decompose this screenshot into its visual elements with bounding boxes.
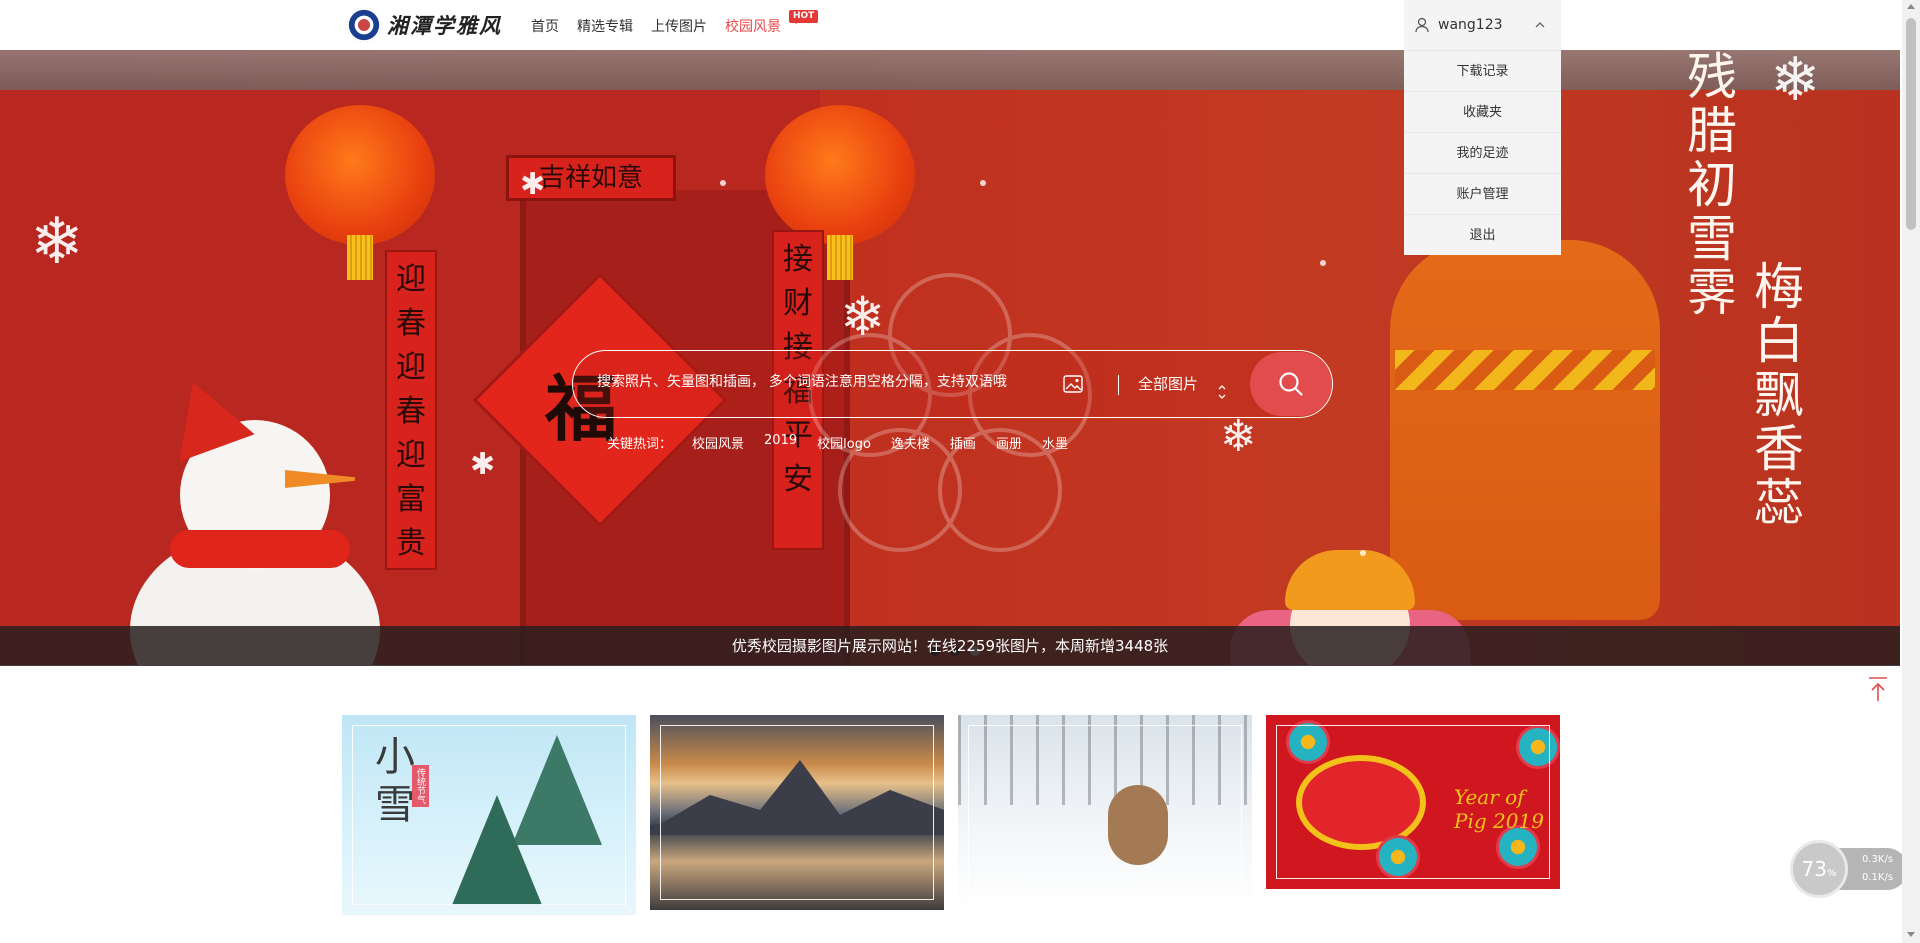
sweater-pattern <box>1395 350 1655 390</box>
image-search-icon[interactable] <box>1063 375 1083 393</box>
lantern-right-icon <box>765 105 915 280</box>
search-input[interactable] <box>597 373 1047 389</box>
thumbnail-frame <box>352 725 626 905</box>
scroll-up-icon[interactable] <box>1907 4 1915 9</box>
hot-keyword[interactable]: 插画 <box>950 433 976 452</box>
snowflake-icon: ❄ <box>1770 50 1821 115</box>
nav-campus-scenery[interactable]: 校园风景 HOT <box>725 10 819 36</box>
thumbnail-card[interactable] <box>958 715 1252 911</box>
hot-keyword[interactable]: 校园logo <box>817 433 871 452</box>
main-nav: 首页 精选专辑 上传图片 校园风景 HOT <box>531 10 819 36</box>
search-box: 全部图片 <box>572 350 1333 418</box>
couplet-left: 迎春迎春迎富贵 <box>385 250 437 570</box>
search-scope-select[interactable]: 全部图片 <box>1138 373 1198 394</box>
snow-dot <box>980 180 986 186</box>
poem-line-2: 梅白飘香蕊 <box>1746 260 1804 530</box>
thumbnail-frame <box>968 725 1242 901</box>
site-header: 湘潭学雅风 首页 精选专辑 上传图片 校园风景 HOT wang123 <box>0 0 1900 50</box>
hot-keyword[interactable]: 水墨 <box>1042 433 1068 452</box>
menu-favorites[interactable]: 收藏夹 <box>1404 91 1561 132</box>
snowflake-icon: ✱ <box>520 167 546 202</box>
user-dropdown: 下载记录 收藏夹 我的足迹 账户管理 退出 <box>1404 50 1561 255</box>
updown-arrow-icon[interactable] <box>1217 383 1227 401</box>
scroll-down-icon[interactable] <box>1907 932 1915 937</box>
hot-keyword[interactable]: 校园风景 <box>692 433 744 452</box>
search-icon <box>1279 372 1303 396</box>
hot-badge: HOT <box>789 10 819 24</box>
network-speed-widget[interactable]: 0.3K/s 0.1K/s 73% <box>1790 840 1910 898</box>
site-logo[interactable]: 湘潭学雅风 <box>347 7 502 43</box>
back-to-top-icon[interactable] <box>1868 676 1888 702</box>
logo-text: 湘潭学雅风 <box>387 13 502 38</box>
school-emblem-icon <box>347 8 381 42</box>
banner-roof <box>0 50 1900 90</box>
thumbnail-frame <box>1276 725 1550 879</box>
banner-caption: 优秀校园摄影图片展示网站！在线2259张图片，本周新增3448张 <box>0 626 1900 666</box>
scrollbar-thumb[interactable] <box>1906 18 1916 230</box>
search-divider <box>1118 375 1119 395</box>
snow-dot <box>720 180 726 186</box>
snow-dot <box>1320 260 1326 266</box>
memory-usage-gauge: 73% <box>1790 840 1848 898</box>
memory-percent-unit: % <box>1826 868 1837 879</box>
page-scrollbar[interactable] <box>1902 0 1920 943</box>
download-speed: 0.1K/s <box>1862 872 1894 883</box>
snowflake-icon: ✱ <box>470 447 496 482</box>
username: wang123 <box>1438 17 1503 33</box>
search-button[interactable] <box>1250 352 1332 416</box>
menu-download-history[interactable]: 下载记录 <box>1404 50 1561 91</box>
hot-keyword[interactable]: 画册 <box>996 433 1022 452</box>
menu-my-footprints[interactable]: 我的足迹 <box>1404 132 1561 173</box>
poem-line-1: 残腊初雪霁 <box>1679 50 1737 320</box>
nav-home[interactable]: 首页 <box>531 16 559 36</box>
user-icon <box>1415 17 1429 33</box>
memory-percent: 73 <box>1801 857 1827 881</box>
snow-dot <box>1360 550 1366 556</box>
thumbnail-card[interactable]: Year of Pig 2019 <box>1266 715 1560 889</box>
hot-keywords-label: 关键热词： <box>607 437 673 452</box>
user-menu-toggle[interactable]: wang123 <box>1404 0 1561 50</box>
hot-keyword[interactable]: 逸夫楼 <box>891 433 930 452</box>
thumbnail-card[interactable] <box>650 715 944 910</box>
hot-keywords: 关键热词： 校园风景 2019 校园logo 逸夫楼 插画 画册 水墨 <box>607 433 1088 452</box>
nav-campus-scenery-label: 校园风景 <box>725 19 781 35</box>
menu-account-settings[interactable]: 账户管理 <box>1404 173 1561 214</box>
nav-upload[interactable]: 上传图片 <box>651 16 707 36</box>
nav-featured-albums[interactable]: 精选专辑 <box>577 16 633 36</box>
snowflake-icon: ❄ <box>1220 411 1257 462</box>
hot-keyword[interactable]: 2019 <box>764 433 797 452</box>
chevron-up-icon <box>1535 22 1545 28</box>
thumbnail-frame <box>660 725 934 900</box>
thumbnail-card[interactable]: 小雪 传统节气 <box>342 715 636 915</box>
lantern-left-icon <box>285 105 435 280</box>
figure-sweater <box>1390 240 1660 620</box>
snowman-scarf <box>170 530 350 568</box>
menu-logout[interactable]: 退出 <box>1404 214 1561 255</box>
upload-speed: 0.3K/s <box>1862 854 1894 865</box>
snowflake-icon: ❄ <box>30 205 84 279</box>
